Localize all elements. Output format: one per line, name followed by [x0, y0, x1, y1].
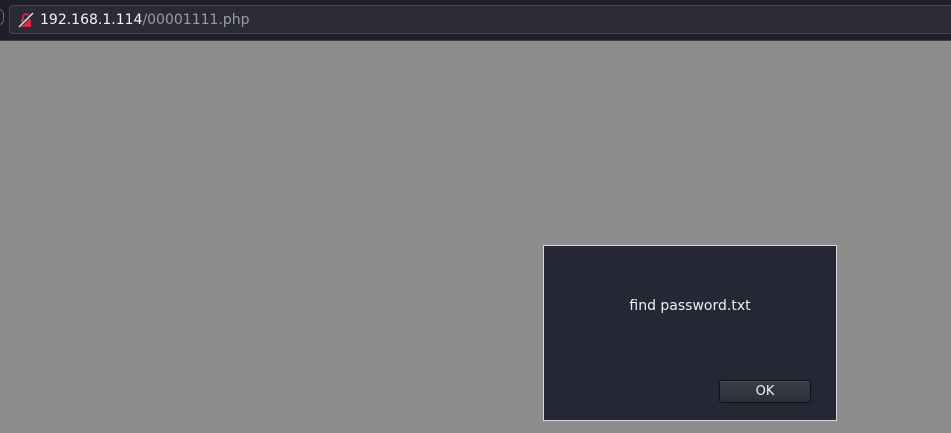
ok-button[interactable]: OK: [719, 380, 811, 403]
alert-message: find password.txt: [629, 298, 751, 314]
url-text[interactable]: 192.168.1.114/00001111.php: [40, 12, 250, 28]
browser-toolbar: 192.168.1.114/00001111.php: [0, 0, 951, 41]
alert-dialog: find password.txt OK: [543, 245, 837, 421]
url-path: /00001111.php: [142, 12, 250, 28]
back-button-edge[interactable]: [0, 9, 4, 25]
insecure-lock-icon[interactable]: [17, 11, 35, 29]
address-bar[interactable]: 192.168.1.114/00001111.php: [9, 5, 951, 34]
url-host: 192.168.1.114: [40, 12, 143, 28]
